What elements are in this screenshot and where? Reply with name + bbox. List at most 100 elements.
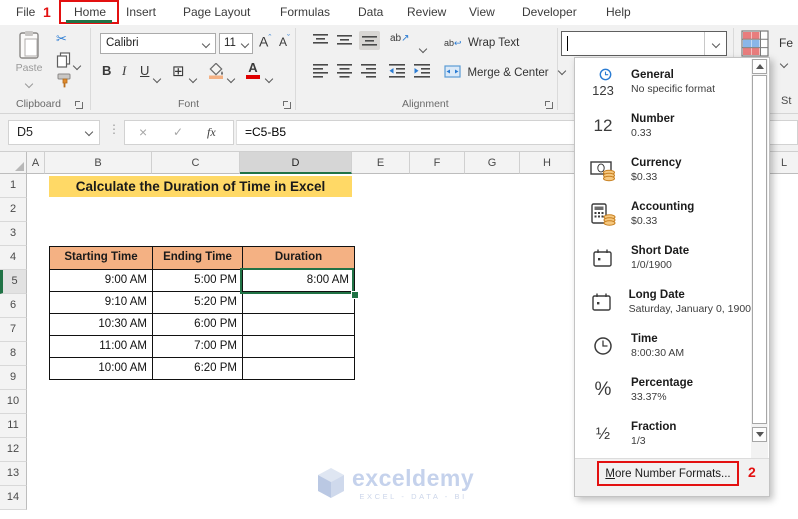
row-header-11[interactable]: 11 — [0, 414, 27, 438]
tab-insert[interactable]: Insert — [126, 0, 156, 25]
tab-view[interactable]: View — [469, 0, 495, 25]
italic-button[interactable]: I — [122, 63, 126, 79]
tab-data[interactable]: Data — [358, 0, 383, 25]
format-option-percentage[interactable]: % Percentage 33.37% — [575, 368, 751, 412]
insert-function-button[interactable]: fx — [207, 125, 216, 140]
align-right-button[interactable] — [360, 63, 377, 83]
wrap-text-button[interactable]: ab↩ Wrap Text — [444, 33, 519, 51]
column-header-H[interactable]: H — [520, 152, 575, 174]
tab-review[interactable]: Review — [407, 0, 446, 25]
cell-C7[interactable]: 6:00 PM — [153, 313, 243, 336]
format-option-short-date[interactable]: Short Date 1/0/1900 — [575, 236, 751, 280]
cancel-button[interactable]: × — [139, 124, 147, 140]
cell-D7[interactable] — [243, 313, 355, 336]
row-header-2[interactable]: 2 — [0, 198, 27, 222]
format-option-accounting[interactable]: Accounting $0.33 — [575, 192, 751, 236]
number-format-combo-arrow[interactable] — [704, 32, 726, 55]
format-option-currency[interactable]: Currency $0.33 — [575, 148, 751, 192]
row-header-8[interactable]: 8 — [0, 342, 27, 366]
font-dialog-launcher-icon[interactable] — [281, 99, 292, 110]
format-painter-icon[interactable] — [56, 72, 73, 94]
cell-C9[interactable]: 6:20 PM — [153, 357, 243, 380]
tab-page-layout[interactable]: Page Layout — [183, 0, 250, 25]
copy-icon[interactable] — [56, 52, 72, 73]
merge-center-button[interactable]: Merge & Center — [444, 63, 567, 81]
increase-indent-button[interactable] — [413, 63, 431, 83]
row-header-6[interactable]: 6 — [0, 294, 27, 318]
align-middle-button[interactable] — [336, 33, 353, 53]
row-header-5-selected[interactable]: 5 — [0, 270, 27, 294]
select-all-corner[interactable] — [0, 152, 27, 174]
font-name-combo[interactable]: Calibri — [100, 33, 216, 54]
row-header-13[interactable]: 13 — [0, 462, 27, 486]
table-header-duration[interactable]: Duration — [243, 247, 355, 270]
column-header-B[interactable]: B — [45, 152, 152, 174]
row-header-9[interactable]: 9 — [0, 366, 27, 390]
orientation-button[interactable]: ab↗ — [390, 33, 410, 44]
worksheet-title-cell[interactable]: Calculate the Duration of Time in Excel — [49, 176, 352, 197]
fill-color-chevron-icon[interactable] — [226, 69, 236, 87]
row-header-7[interactable]: 7 — [0, 318, 27, 342]
column-header-G[interactable]: G — [465, 152, 520, 174]
row-header-10[interactable]: 10 — [0, 390, 27, 414]
table-header-starting-time[interactable]: Starting Time — [50, 247, 153, 270]
tab-file[interactable]: File — [16, 0, 35, 25]
format-option-time[interactable]: Time 8:00:30 AM — [575, 324, 751, 368]
format-option-long-date[interactable]: Long Date Saturday, January 0, 1900 — [575, 280, 751, 324]
table-header-ending-time[interactable]: Ending Time — [153, 247, 243, 270]
copy-chevron-icon[interactable] — [72, 56, 82, 74]
align-top-button[interactable] — [312, 33, 329, 53]
align-center-button[interactable] — [336, 63, 353, 83]
fill-handle[interactable] — [351, 291, 359, 299]
row-header-12[interactable]: 12 — [0, 438, 27, 462]
cell-C6[interactable]: 5:20 PM — [153, 291, 243, 314]
fill-color-button[interactable] — [208, 62, 225, 85]
align-bottom-button[interactable] — [359, 31, 380, 50]
font-color-button[interactable]: A — [246, 61, 260, 79]
font-color-chevron-icon[interactable] — [264, 69, 274, 87]
more-number-formats-button[interactable]: More Number Formats... — [605, 468, 730, 480]
font-size-combo[interactable]: 11 — [219, 33, 253, 54]
clipboard-dialog-launcher-icon[interactable] — [73, 99, 84, 110]
borders-button[interactable]: ⊞ — [172, 62, 185, 80]
cut-icon[interactable]: ✂ — [56, 31, 67, 47]
cell-D9[interactable] — [243, 357, 355, 380]
borders-chevron-icon[interactable] — [188, 69, 198, 87]
column-header-F[interactable]: F — [410, 152, 465, 174]
underline-chevron-icon[interactable] — [152, 69, 162, 87]
scroll-down-button[interactable] — [752, 427, 767, 442]
cell-D8[interactable] — [243, 335, 355, 358]
cell-B6[interactable]: 9:10 AM — [50, 291, 153, 314]
cell-D6[interactable] — [243, 291, 355, 314]
increase-font-size-button[interactable]: Aˆ — [259, 33, 271, 50]
format-option-number[interactable]: 12 Number 0.33 — [575, 104, 751, 148]
cell-B8[interactable]: 11:00 AM — [50, 335, 153, 358]
cell-B5[interactable]: 9:00 AM — [50, 269, 153, 292]
row-header-1[interactable]: 1 — [0, 174, 27, 198]
tab-formulas[interactable]: Formulas — [280, 0, 330, 25]
column-header-D[interactable]: D — [240, 152, 352, 174]
decrease-indent-button[interactable] — [388, 63, 406, 83]
align-left-button[interactable] — [312, 63, 329, 83]
enter-button[interactable]: ✓ — [173, 125, 183, 139]
column-header-C[interactable]: C — [152, 152, 240, 174]
decrease-font-size-button[interactable]: Aˇ — [279, 33, 290, 49]
cell-C5[interactable]: 5:00 PM — [153, 269, 243, 292]
column-header-E[interactable]: E — [352, 152, 410, 174]
name-box-resizer-icon[interactable]: ⋮ — [108, 122, 120, 136]
bold-button[interactable]: B — [102, 63, 111, 78]
underline-button[interactable]: U — [140, 63, 149, 78]
row-header-3[interactable]: 3 — [0, 222, 27, 246]
scroll-up-button[interactable] — [752, 59, 767, 74]
scrollbar-thumb[interactable] — [752, 75, 767, 424]
paste-button[interactable]: Paste — [10, 30, 48, 92]
format-option-general[interactable]: 123 General No specific format — [575, 60, 751, 104]
alignment-dialog-launcher-icon[interactable] — [543, 99, 554, 110]
row-header-4[interactable]: 4 — [0, 246, 27, 270]
dropdown-scrollbar[interactable] — [751, 59, 768, 458]
number-format-combo[interactable] — [561, 31, 727, 56]
format-option-fraction[interactable]: ½ Fraction 1/3 — [575, 412, 751, 456]
tab-help[interactable]: Help — [606, 0, 631, 25]
column-header-A[interactable]: A — [27, 152, 45, 174]
orientation-chevron-icon[interactable] — [418, 39, 428, 57]
